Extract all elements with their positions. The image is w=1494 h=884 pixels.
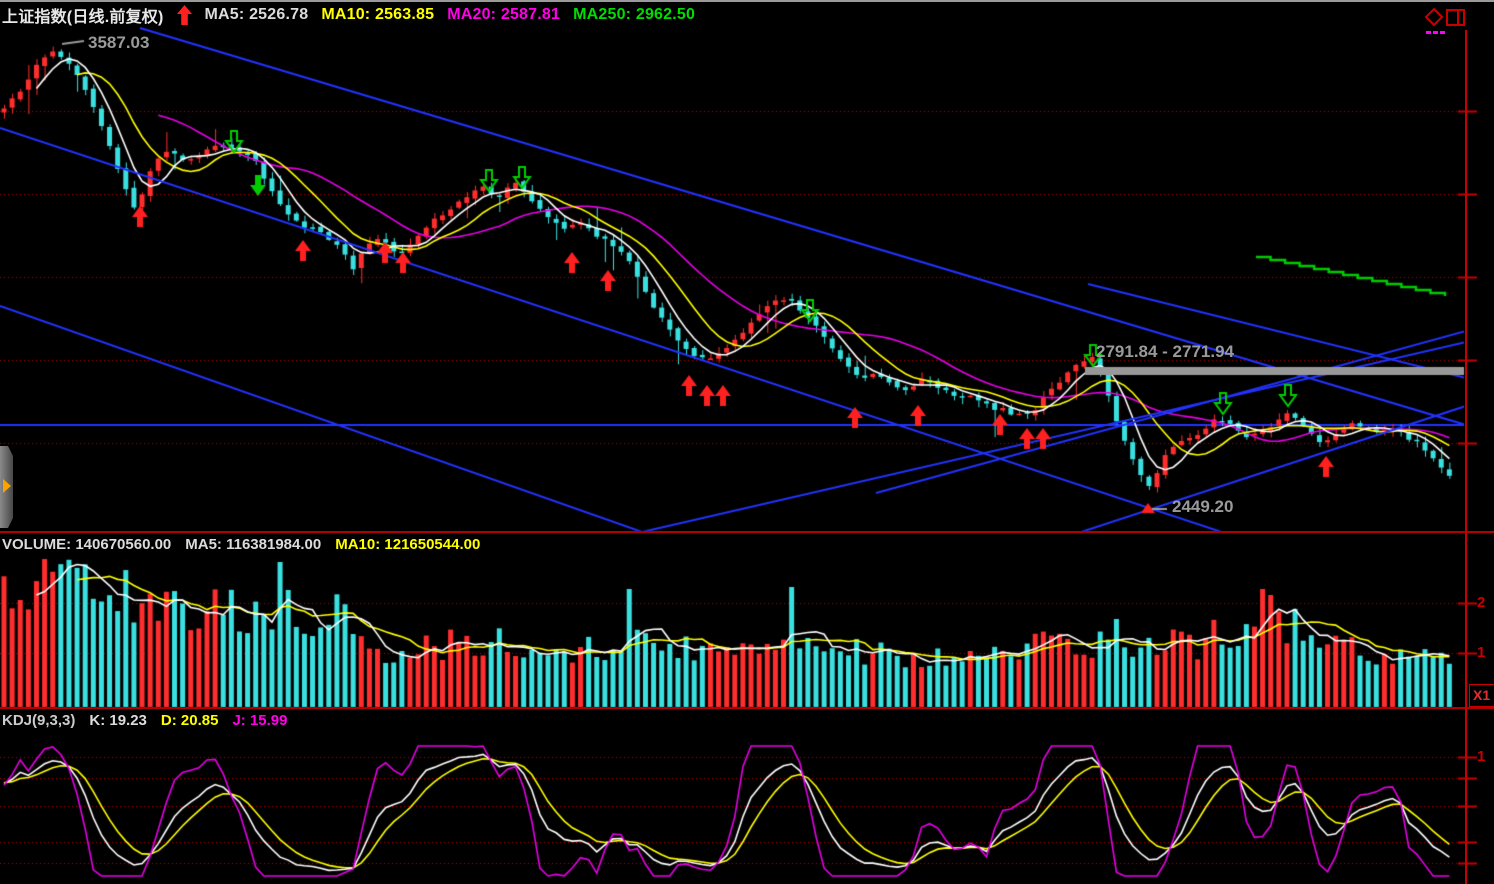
up-arrow-icon <box>177 5 192 25</box>
symbol-title: 上证指数(日线.前复权) <box>2 3 164 27</box>
expand-arrow-icon <box>3 479 11 493</box>
magenta-dash-icon <box>1440 31 1445 34</box>
ma20-readout: MA20: 2587.81 <box>447 6 560 24</box>
main-chart-header: 上证指数(日线.前复权) MA5: 2526.78 MA10: 2563.85 … <box>2 3 695 27</box>
volume-ma10-readout: MA10: 121650544.00 <box>335 536 480 553</box>
magenta-dash-icon <box>1426 31 1431 34</box>
ma10-readout: MA10: 2563.85 <box>321 6 434 24</box>
volume-axis-label-1: 1 <box>1477 644 1485 661</box>
range-band-annotation: 2791.84 - 2771.94 <box>1096 342 1234 362</box>
magenta-dash-icon <box>1433 31 1438 34</box>
kdj-axis-label-100: 1 <box>1477 748 1485 765</box>
ma5-readout: MA5: 2526.78 <box>205 6 309 24</box>
kdj-j-readout: J: 15.99 <box>232 712 287 729</box>
right-price-axis <box>1465 30 1467 884</box>
main-volume-separator <box>0 531 1494 533</box>
high-price-annotation: 3587.03 <box>88 33 149 53</box>
kdj-header: KDJ(9,3,3) K: 19.23 D: 20.85 J: 15.99 <box>2 712 288 729</box>
kdj-label: KDJ(9,3,3) <box>2 712 75 729</box>
sidebar-slide-tab[interactable] <box>0 446 13 528</box>
volume-ma5-readout: MA5: 116381984.00 <box>185 536 321 553</box>
kdj-k-readout: K: 19.23 <box>89 712 147 729</box>
low-price-annotation: 2449.20 <box>1172 497 1233 517</box>
top-hairline <box>0 0 1494 2</box>
diamond-marker-icon[interactable] <box>1424 7 1444 32</box>
kdj-d-readout: D: 20.85 <box>161 712 219 729</box>
period-scale-box[interactable]: X1 <box>1469 684 1494 707</box>
chart-canvas[interactable] <box>0 0 1494 884</box>
volume-readout: VOLUME: 140670560.00 <box>2 536 171 553</box>
volume-axis-label-2: 2 <box>1477 594 1485 611</box>
ma250-readout: MA250: 2962.50 <box>573 6 695 24</box>
volume-header: VOLUME: 140670560.00 MA5: 116381984.00 M… <box>2 536 480 553</box>
split-window-icon[interactable] <box>1446 9 1465 31</box>
chart-toolbar <box>1424 7 1468 37</box>
volume-kdj-separator <box>0 707 1494 709</box>
stock-chart-app: 上证指数(日线.前复权) MA5: 2526.78 MA10: 2563.85 … <box>0 0 1494 884</box>
